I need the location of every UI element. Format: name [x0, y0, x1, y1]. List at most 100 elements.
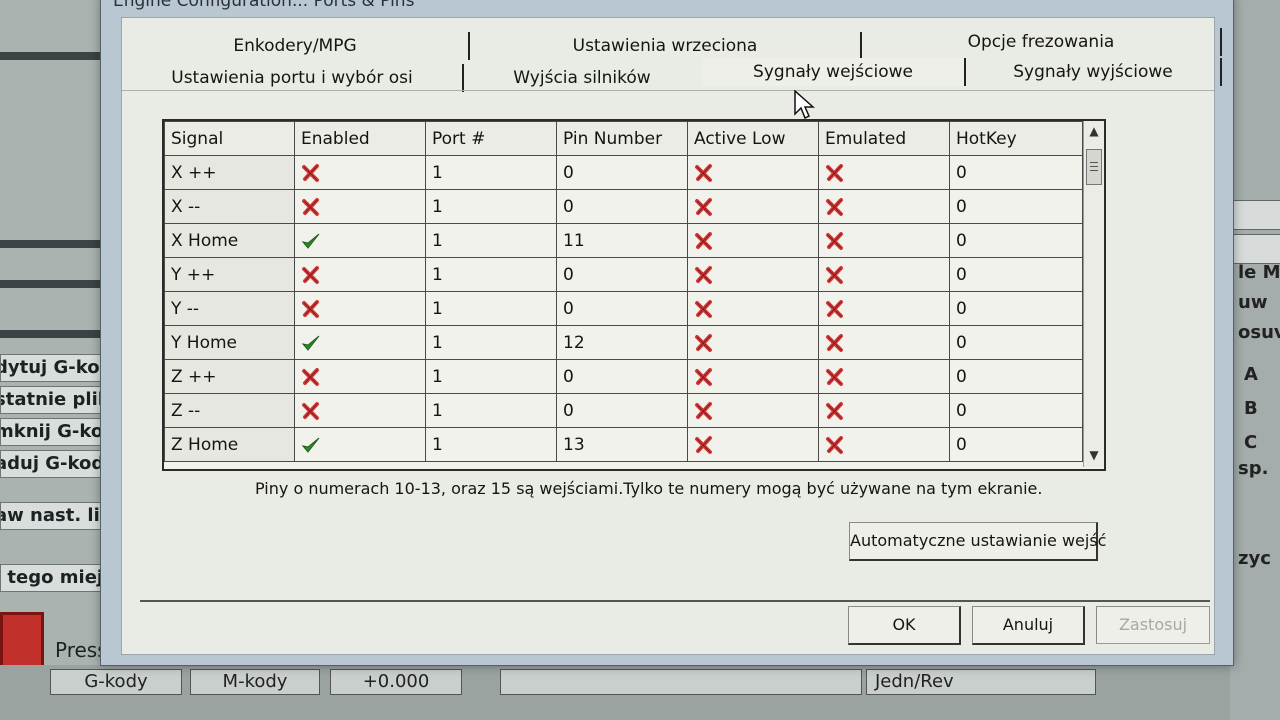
pin-number-cell[interactable]: 0 — [556, 155, 688, 190]
table-row[interactable]: Y ++ 1 0 0 — [164, 257, 1083, 292]
active-low-cell[interactable] — [687, 257, 819, 292]
scroll-up-arrow-icon[interactable]: ▲ — [1084, 121, 1104, 141]
tab-mill-options[interactable]: Opcje frezowania — [862, 28, 1222, 56]
bg-set-next-line-button[interactable]: aw nast. lin — [0, 502, 114, 530]
scroll-down-arrow-icon[interactable]: ▼ — [1084, 445, 1104, 465]
table-row[interactable]: Y -- 1 0 0 — [164, 291, 1083, 326]
enabled-cell[interactable] — [294, 155, 426, 190]
cancel-button[interactable]: Anuluj — [972, 606, 1085, 645]
hotkey-cell[interactable]: 0 — [949, 257, 1083, 292]
hotkey-cell[interactable]: 0 — [949, 155, 1083, 190]
hotkey-cell[interactable]: 0 — [949, 189, 1083, 224]
enabled-cell[interactable] — [294, 223, 426, 258]
active-low-cell[interactable] — [687, 155, 819, 190]
enabled-cell[interactable] — [294, 359, 426, 394]
active-low-cell[interactable] — [687, 189, 819, 224]
active-low-cell[interactable] — [687, 325, 819, 360]
hotkey-cell[interactable]: 0 — [949, 359, 1083, 394]
enabled-cell[interactable] — [294, 189, 426, 224]
pin-number-cell[interactable]: 0 — [556, 257, 688, 292]
port-cell[interactable]: 1 — [425, 291, 557, 326]
apply-button[interactable]: Zastosuj — [1096, 606, 1210, 644]
pin-number-cell[interactable]: 0 — [556, 359, 688, 394]
pin-number-cell[interactable]: 0 — [556, 291, 688, 326]
pin-number-cell[interactable]: 12 — [556, 325, 688, 360]
hotkey-cell[interactable]: 0 — [949, 223, 1083, 258]
emulated-cell[interactable] — [818, 257, 950, 292]
hotkey-cell[interactable]: 0 — [949, 325, 1083, 360]
active-low-cell[interactable] — [687, 393, 819, 428]
signal-cell[interactable]: Y ++ — [164, 257, 295, 292]
signal-cell[interactable]: Z -- — [164, 393, 295, 428]
table-row[interactable]: X -- 1 0 0 — [164, 189, 1083, 224]
hotkey-cell[interactable]: 0 — [949, 393, 1083, 428]
tab-motor-outputs[interactable]: Wyjścia silników — [464, 64, 700, 92]
table-row[interactable]: X ++ 1 0 0 — [164, 155, 1083, 190]
signal-cell[interactable]: X -- — [164, 189, 295, 224]
signal-cell[interactable]: X Home — [164, 223, 295, 258]
scroll-thumb[interactable] — [1086, 149, 1102, 185]
active-low-cell[interactable] — [687, 223, 819, 258]
bg-run-from-here-button[interactable]: i tego miejsc — [0, 564, 114, 592]
active-low-cell[interactable] — [687, 359, 819, 394]
tab-port-axis-selection[interactable]: Ustawienia portu i wybór osi — [122, 64, 464, 92]
bg-mcodes-button[interactable]: M-kody — [190, 669, 320, 695]
port-cell[interactable]: 1 — [425, 155, 557, 190]
emulated-cell[interactable] — [818, 155, 950, 190]
bg-load-gcode-button[interactable]: aduj G-kod — [0, 450, 114, 478]
bg-edit-gcode-button[interactable]: dytuj G-kod — [0, 354, 114, 382]
port-cell[interactable]: 1 — [425, 393, 557, 428]
emulated-cell[interactable] — [818, 325, 950, 360]
enabled-cell[interactable] — [294, 325, 426, 360]
enabled-cell[interactable] — [294, 427, 426, 462]
column-header-port[interactable]: Port # — [425, 121, 557, 156]
table-row[interactable]: Z -- 1 0 0 — [164, 393, 1083, 428]
tab-output-signals[interactable]: Sygnały wyjściowe — [966, 58, 1222, 86]
signal-cell[interactable]: X ++ — [164, 155, 295, 190]
column-header-emulated[interactable]: Emulated — [818, 121, 950, 156]
emulated-cell[interactable] — [818, 427, 950, 462]
port-cell[interactable]: 1 — [425, 257, 557, 292]
enabled-cell[interactable] — [294, 291, 426, 326]
emulated-cell[interactable] — [818, 291, 950, 326]
tab-spindle-setup[interactable]: Ustawienia wrzeciona — [470, 32, 862, 60]
bg-close-gcode-button[interactable]: mknij G-kod — [0, 418, 114, 446]
column-header-active-low[interactable]: Active Low — [687, 121, 819, 156]
table-row[interactable]: Z ++ 1 0 0 — [164, 359, 1083, 394]
pin-number-cell[interactable]: 13 — [556, 427, 688, 462]
pin-number-cell[interactable]: 0 — [556, 189, 688, 224]
active-low-cell[interactable] — [687, 291, 819, 326]
enabled-cell[interactable] — [294, 257, 426, 292]
emulated-cell[interactable] — [818, 223, 950, 258]
active-low-cell[interactable] — [687, 427, 819, 462]
port-cell[interactable]: 1 — [425, 427, 557, 462]
bg-recent-files-button[interactable]: statnie pliki — [0, 386, 114, 414]
auto-setup-inputs-button[interactable]: Automatyczne ustawianie wejść — [849, 522, 1106, 561]
pin-number-cell[interactable]: 0 — [556, 393, 688, 428]
enabled-cell[interactable] — [294, 393, 426, 428]
port-cell[interactable]: 1 — [425, 359, 557, 394]
column-header-pin-number[interactable]: Pin Number — [556, 121, 688, 156]
signal-cell[interactable]: Z ++ — [164, 359, 295, 394]
table-row[interactable]: X Home 1 11 0 — [164, 223, 1083, 258]
hotkey-cell[interactable]: 0 — [949, 291, 1083, 326]
signal-cell[interactable]: Z Home — [164, 427, 295, 462]
ok-button[interactable]: OK — [848, 606, 961, 645]
table-scrollbar[interactable]: ▲ ▼ — [1083, 121, 1104, 467]
column-header-hotkey[interactable]: HotKey — [949, 121, 1083, 156]
pin-number-cell[interactable]: 11 — [556, 223, 688, 258]
signal-cell[interactable]: Y Home — [164, 325, 295, 360]
emulated-cell[interactable] — [818, 359, 950, 394]
tab-input-signals[interactable]: Sygnały wejściowe — [702, 58, 966, 86]
hotkey-cell[interactable]: 0 — [949, 427, 1083, 462]
tab-encoders-mpg[interactable]: Enkodery/MPG — [122, 32, 470, 60]
port-cell[interactable]: 1 — [425, 325, 557, 360]
emulated-cell[interactable] — [818, 189, 950, 224]
table-row[interactable]: Y Home 1 12 0 — [164, 325, 1083, 360]
column-header-signal[interactable]: Signal — [164, 121, 295, 156]
column-header-enabled[interactable]: Enabled — [294, 121, 426, 156]
port-cell[interactable]: 1 — [425, 223, 557, 258]
signal-cell[interactable]: Y -- — [164, 291, 295, 326]
bg-gcodes-button[interactable]: G-kody — [50, 669, 182, 695]
port-cell[interactable]: 1 — [425, 189, 557, 224]
